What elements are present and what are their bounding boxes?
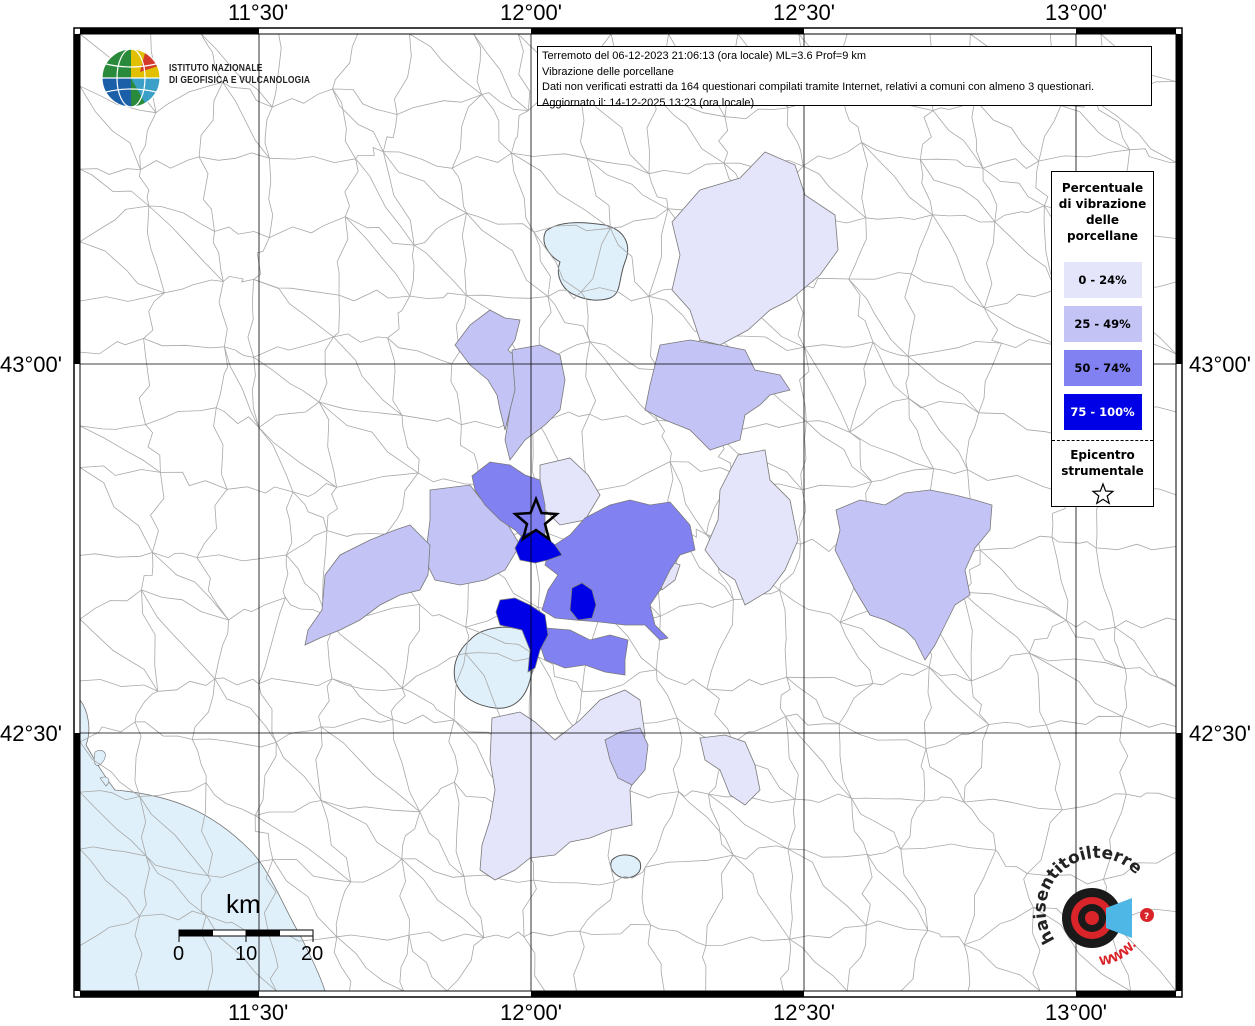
lat-label-left: 42°30' bbox=[0, 721, 62, 746]
lon-label-top: 11°30' bbox=[228, 0, 289, 25]
legend-class-0-24: 0 - 24% bbox=[1063, 262, 1142, 298]
intensity-map: ? haisentitoilterremoto.it WWW. 11°30' 1… bbox=[0, 0, 1255, 1025]
legend-class-75-100: 75 - 100% bbox=[1063, 394, 1142, 430]
legend-star-icon bbox=[1090, 482, 1115, 505]
lon-label-top: 12°00' bbox=[500, 0, 562, 25]
legend: Percentuale di vibrazione delle porcella… bbox=[1051, 171, 1154, 507]
scalebar-tick-label: 20 bbox=[301, 943, 324, 965]
event-info-box: Terremoto del 06-12-2023 21:06:13 (ora l… bbox=[537, 46, 1152, 109]
lon-label-bottom: 12°00' bbox=[500, 1000, 562, 1025]
lake-vico bbox=[610, 854, 642, 879]
event-info-line: Aggiornato il: 14-12-2025 13:23 (ora loc… bbox=[542, 96, 755, 109]
lon-label-top: 13°00' bbox=[1045, 0, 1107, 25]
map-canvas: ? haisentitoilterremoto.it WWW. bbox=[0, 0, 1183, 998]
lon-label-bottom: 11°30' bbox=[228, 1000, 289, 1025]
legend-epicenter-label: Epicentro strumentale bbox=[1061, 448, 1144, 478]
svg-text:?: ? bbox=[1144, 912, 1149, 922]
scalebar-unit: km bbox=[226, 889, 261, 919]
legend-class-25-49: 25 - 49% bbox=[1063, 306, 1142, 342]
event-info-line: Dati non verificati estratti da 164 ques… bbox=[542, 81, 1095, 93]
event-info-line: Terremoto del 06-12-2023 21:06:13 (ora l… bbox=[542, 50, 867, 62]
lat-label-left: 43°00' bbox=[0, 352, 62, 377]
lat-label-right: 43°00' bbox=[1189, 352, 1251, 377]
lon-label-top: 12°30' bbox=[773, 0, 835, 25]
legend-class-50-74: 50 - 74% bbox=[1063, 350, 1142, 386]
institute-name: ISTITUTO NAZIONALE DI GEOFISICA E VULCAN… bbox=[169, 63, 311, 86]
ingv-logo-icon bbox=[101, 48, 161, 108]
lon-label-bottom: 12°30' bbox=[773, 1000, 835, 1025]
legend-divider bbox=[1052, 440, 1153, 441]
lon-label-bottom: 13°00' bbox=[1045, 1000, 1107, 1025]
legend-title: Percentuale di vibrazione delle porcella… bbox=[1058, 181, 1147, 243]
scalebar-tick-label: 0 bbox=[173, 943, 185, 965]
event-info-line: Vibrazione delle porcellane bbox=[542, 65, 674, 78]
lat-label-right: 42°30' bbox=[1189, 721, 1251, 746]
scalebar-tick-label: 10 bbox=[235, 943, 258, 965]
